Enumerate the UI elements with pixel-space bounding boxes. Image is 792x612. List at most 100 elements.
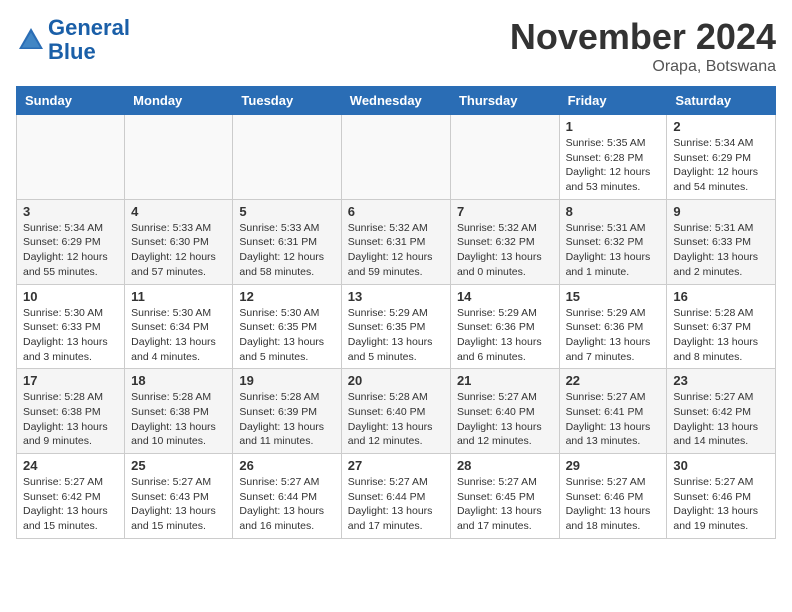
calendar-day-cell: 20Sunrise: 5:28 AMSunset: 6:40 PMDayligh… (341, 369, 450, 454)
calendar-header-row: SundayMondayTuesdayWednesdayThursdayFrid… (17, 87, 776, 115)
calendar-week-row: 3 Sunrise: 5:34 AMSunset: 6:29 PMDaylight… (17, 199, 776, 284)
day-info: Sunrise: 5:27 AMSunset: 6:41 PMDaylight:… (566, 390, 661, 449)
day-info: Sunrise: 5:27 AMSunset: 6:43 PMDaylight:… (131, 475, 226, 534)
day-info: Sunrise: 5:27 AMSunset: 6:46 PMDaylight:… (566, 475, 661, 534)
day-number: 15 (566, 289, 661, 304)
calendar-day-cell: 9 Sunrise: 5:31 AMSunset: 6:33 PMDaylight… (667, 199, 776, 284)
day-number: 2 (673, 119, 769, 134)
calendar-table: SundayMondayTuesdayWednesdayThursdayFrid… (16, 86, 776, 539)
day-info: Sunrise: 5:27 AMSunset: 6:40 PMDaylight:… (457, 390, 553, 449)
calendar-day-cell: 17Sunrise: 5:28 AMSunset: 6:38 PMDayligh… (17, 369, 125, 454)
logo-text: General Blue (48, 16, 130, 64)
calendar-day-cell: 11Sunrise: 5:30 AMSunset: 6:34 PMDayligh… (125, 284, 233, 369)
day-number: 25 (131, 458, 226, 473)
day-number: 13 (348, 289, 444, 304)
calendar-day-cell: 15 Sunrise: 5:29 AMSunset: 6:36 PMDayligh… (559, 284, 667, 369)
calendar-day-cell: 5 Sunrise: 5:33 AMSunset: 6:31 PMDaylight… (233, 199, 341, 284)
calendar-day-cell (233, 115, 341, 200)
calendar-day-cell: 22 Sunrise: 5:27 AMSunset: 6:41 PMDayligh… (559, 369, 667, 454)
day-number: 4 (131, 204, 226, 219)
day-number: 5 (239, 204, 334, 219)
day-number: 14 (457, 289, 553, 304)
day-number: 23 (673, 373, 769, 388)
logo-icon (16, 25, 46, 55)
calendar-day-cell: 16Sunrise: 5:28 AMSunset: 6:37 PMDayligh… (667, 284, 776, 369)
calendar-header-thursday: Thursday (450, 87, 559, 115)
calendar-day-cell: 27 Sunrise: 5:27 AMSunset: 6:44 PMDayligh… (341, 454, 450, 539)
day-number: 17 (23, 373, 118, 388)
calendar-day-cell: 6Sunrise: 5:32 AMSunset: 6:31 PMDaylight… (341, 199, 450, 284)
calendar-day-cell: 28Sunrise: 5:27 AMSunset: 6:45 PMDayligh… (450, 454, 559, 539)
day-number: 9 (673, 204, 769, 219)
calendar-header-tuesday: Tuesday (233, 87, 341, 115)
day-info: Sunrise: 5:27 AMSunset: 6:45 PMDaylight:… (457, 475, 553, 534)
calendar-day-cell (341, 115, 450, 200)
day-info: Sunrise: 5:29 AMSunset: 6:35 PMDaylight:… (348, 306, 444, 365)
calendar-day-cell: 3 Sunrise: 5:34 AMSunset: 6:29 PMDaylight… (17, 199, 125, 284)
day-number: 7 (457, 204, 553, 219)
calendar-day-cell (125, 115, 233, 200)
calendar-day-cell: 4Sunrise: 5:33 AMSunset: 6:30 PMDaylight… (125, 199, 233, 284)
calendar-day-cell: 10Sunrise: 5:30 AMSunset: 6:33 PMDayligh… (17, 284, 125, 369)
day-number: 22 (566, 373, 661, 388)
day-number: 8 (566, 204, 661, 219)
day-number: 1 (566, 119, 661, 134)
day-info: Sunrise: 5:27 AMSunset: 6:44 PMDaylight:… (348, 475, 444, 534)
day-info: Sunrise: 5:27 AMSunset: 6:42 PMDaylight:… (673, 390, 769, 449)
day-number: 30 (673, 458, 769, 473)
calendar-day-cell: 12Sunrise: 5:30 AMSunset: 6:35 PMDayligh… (233, 284, 341, 369)
day-info: Sunrise: 5:32 AMSunset: 6:32 PMDaylight:… (457, 221, 553, 280)
calendar-week-row: 24 Sunrise: 5:27 AMSunset: 6:42 PMDayligh… (17, 454, 776, 539)
day-info: Sunrise: 5:27 AMSunset: 6:44 PMDaylight:… (239, 475, 334, 534)
calendar-day-cell: 30 Sunrise: 5:27 AMSunset: 6:46 PMDayligh… (667, 454, 776, 539)
day-info: Sunrise: 5:35 AMSunset: 6:28 PMDaylight:… (566, 136, 661, 195)
calendar-day-cell: 24 Sunrise: 5:27 AMSunset: 6:42 PMDayligh… (17, 454, 125, 539)
day-number: 10 (23, 289, 118, 304)
calendar-day-cell (17, 115, 125, 200)
day-info: Sunrise: 5:30 AMSunset: 6:35 PMDaylight:… (239, 306, 334, 365)
day-number: 26 (239, 458, 334, 473)
calendar-header-saturday: Saturday (667, 87, 776, 115)
day-info: Sunrise: 5:27 AMSunset: 6:46 PMDaylight:… (673, 475, 769, 534)
day-number: 19 (239, 373, 334, 388)
calendar-day-cell: 7 Sunrise: 5:32 AMSunset: 6:32 PMDaylight… (450, 199, 559, 284)
calendar-week-row: 17 Sunrise: 5:28 AMSunset: 6:38 PMDayligh… (17, 369, 776, 454)
day-info: Sunrise: 5:29 AMSunset: 6:36 PMDaylight:… (566, 306, 661, 365)
day-number: 24 (23, 458, 118, 473)
calendar-header-wednesday: Wednesday (341, 87, 450, 115)
day-info: Sunrise: 5:28 AMSunset: 6:38 PMDaylight:… (131, 390, 226, 449)
day-info: Sunrise: 5:31 AMSunset: 6:33 PMDaylight:… (673, 221, 769, 280)
calendar-day-cell: 13 Sunrise: 5:29 AMSunset: 6:35 PMDayligh… (341, 284, 450, 369)
calendar-day-cell: 26 Sunrise: 5:27 AMSunset: 6:44 PMDayligh… (233, 454, 341, 539)
day-info: Sunrise: 5:34 AMSunset: 6:29 PMDaylight:… (23, 221, 118, 280)
day-number: 29 (566, 458, 661, 473)
calendar-week-row: 1 Sunrise: 5:35 AMSunset: 6:28 PMDaylight… (17, 115, 776, 200)
day-info: Sunrise: 5:30 AMSunset: 6:34 PMDaylight:… (131, 306, 226, 365)
calendar-day-cell: 1 Sunrise: 5:35 AMSunset: 6:28 PMDaylight… (559, 115, 667, 200)
day-info: Sunrise: 5:28 AMSunset: 6:37 PMDaylight:… (673, 306, 769, 365)
calendar-header-sunday: Sunday (17, 87, 125, 115)
day-number: 3 (23, 204, 118, 219)
calendar-header-monday: Monday (125, 87, 233, 115)
day-info: Sunrise: 5:28 AMSunset: 6:40 PMDaylight:… (348, 390, 444, 449)
day-number: 18 (131, 373, 226, 388)
day-info: Sunrise: 5:28 AMSunset: 6:39 PMDaylight:… (239, 390, 334, 449)
location: Orapa, Botswana (510, 58, 776, 76)
title-section: November 2024 Orapa, Botswana (510, 16, 776, 76)
page-header: General Blue November 2024 Orapa, Botswa… (16, 16, 776, 76)
calendar-day-cell: 21 Sunrise: 5:27 AMSunset: 6:40 PMDayligh… (450, 369, 559, 454)
calendar-day-cell: 2Sunrise: 5:34 AMSunset: 6:29 PMDaylight… (667, 115, 776, 200)
day-number: 27 (348, 458, 444, 473)
day-info: Sunrise: 5:33 AMSunset: 6:31 PMDaylight:… (239, 221, 334, 280)
day-info: Sunrise: 5:29 AMSunset: 6:36 PMDaylight:… (457, 306, 553, 365)
day-info: Sunrise: 5:32 AMSunset: 6:31 PMDaylight:… (348, 221, 444, 280)
day-info: Sunrise: 5:31 AMSunset: 6:32 PMDaylight:… (566, 221, 661, 280)
calendar-day-cell: 25 Sunrise: 5:27 AMSunset: 6:43 PMDayligh… (125, 454, 233, 539)
calendar-week-row: 10Sunrise: 5:30 AMSunset: 6:33 PMDayligh… (17, 284, 776, 369)
day-info: Sunrise: 5:27 AMSunset: 6:42 PMDaylight:… (23, 475, 118, 534)
calendar-day-cell: 19 Sunrise: 5:28 AMSunset: 6:39 PMDayligh… (233, 369, 341, 454)
calendar-day-cell: 29 Sunrise: 5:27 AMSunset: 6:46 PMDayligh… (559, 454, 667, 539)
logo: General Blue (16, 16, 130, 64)
calendar-day-cell (450, 115, 559, 200)
day-number: 21 (457, 373, 553, 388)
